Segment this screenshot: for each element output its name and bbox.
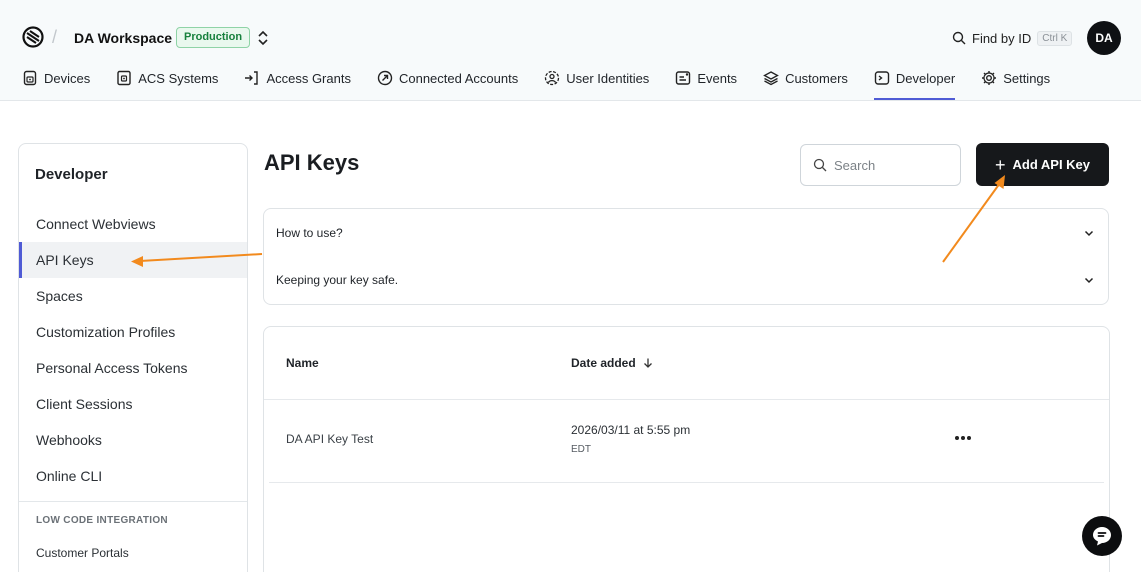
search-icon — [952, 31, 966, 45]
nav-label: Developer — [895, 70, 956, 86]
api-keys-table: Name Date added DA API Key Test 2026/03/… — [263, 326, 1110, 572]
column-header-name[interactable]: Name — [286, 356, 319, 370]
arrow-down-icon — [643, 358, 652, 368]
nav-label: Devices — [44, 70, 91, 86]
nav-label: Connected Accounts — [398, 70, 519, 86]
events-icon — [676, 71, 691, 85]
shortcut-hint: Ctrl K — [1037, 30, 1073, 46]
api-key-timezone: EDT — [571, 444, 591, 455]
api-key-name: DA API Key Test — [286, 432, 374, 446]
accordion-keeping-key-safe[interactable]: Keeping your key safe. — [276, 270, 1094, 290]
sidebar-item-personal-access-tokens[interactable]: Personal Access Tokens — [19, 350, 247, 386]
layers-icon — [763, 71, 779, 86]
table-header-divider — [264, 399, 1109, 400]
sidebar-divider — [19, 501, 247, 502]
add-api-key-button[interactable]: + Add API Key — [976, 143, 1109, 186]
sidebar-item-connect-webviews[interactable]: Connect Webviews — [19, 206, 247, 242]
nav-label: Events — [697, 70, 738, 86]
sidebar-item-client-sessions[interactable]: Client Sessions — [19, 386, 247, 422]
gear-icon — [982, 71, 997, 85]
device-icon — [23, 70, 37, 86]
nav-user-identities[interactable]: User Identities — [544, 64, 649, 92]
search-input[interactable] — [834, 157, 944, 173]
add-api-key-label: Add API Key — [1012, 157, 1091, 172]
nav-label: User Identities — [566, 70, 650, 86]
nav-label: Access Grants — [266, 70, 351, 86]
user-identity-icon — [545, 70, 560, 86]
sidebar-title: Developer — [35, 166, 108, 183]
sidebar-list: Connect Webviews API Keys Spaces Customi… — [19, 206, 247, 494]
link-icon — [377, 70, 393, 86]
nav-settings[interactable]: Settings — [981, 64, 1050, 92]
page-title: API Keys — [264, 150, 360, 175]
api-key-date: 2026/03/11 at 5:55 pm — [571, 423, 691, 437]
accordion-label: How to use? — [276, 226, 343, 240]
seam-logo-icon[interactable] — [22, 26, 44, 48]
chevron-down-icon — [1084, 230, 1094, 237]
sidebar-item-online-cli[interactable]: Online CLI — [19, 458, 247, 494]
help-accordion: How to use? Keeping your key safe. — [263, 208, 1109, 305]
column-header-label: Date added — [571, 356, 636, 370]
workspace-name[interactable]: DA Workspace — [74, 30, 172, 46]
sidebar-section-label: LOW CODE INTEGRATION — [36, 515, 168, 526]
top-header: / DA Workspace Production Find by ID Ctr… — [0, 0, 1141, 101]
plus-icon: + — [994, 154, 1006, 175]
sidebar-item-api-keys[interactable]: API Keys — [19, 242, 247, 278]
main-nav: Devices ACS Systems Access Grants Connec… — [22, 64, 1050, 100]
table-row-divider — [269, 482, 1104, 483]
nav-events[interactable]: Events — [675, 64, 737, 92]
search-icon — [813, 158, 827, 172]
nav-label: Settings — [1003, 70, 1051, 86]
accordion-how-to-use[interactable]: How to use? — [276, 223, 1094, 243]
sidebar-item-webhooks[interactable]: Webhooks — [19, 422, 247, 458]
breadcrumb-separator: / — [52, 27, 58, 47]
nav-label: ACS Systems — [138, 70, 219, 86]
key-grant-icon — [245, 71, 259, 85]
avatar[interactable]: DA — [1087, 21, 1121, 55]
accordion-label: Keeping your key safe. — [276, 273, 399, 287]
nav-acs-systems[interactable]: ACS Systems — [116, 64, 218, 92]
nav-label: Customers — [785, 70, 848, 86]
find-by-id-label: Find by ID — [972, 30, 1032, 46]
nav-customers[interactable]: Customers — [763, 64, 848, 92]
nav-devices[interactable]: Devices — [22, 64, 90, 92]
find-by-id-button[interactable]: Find by ID Ctrl K — [952, 26, 1073, 50]
chevron-up-down-icon[interactable] — [256, 29, 270, 47]
sidebar-item-customization-profiles[interactable]: Customization Profiles — [19, 314, 247, 350]
chat-bubble-glyph — [1093, 527, 1111, 546]
access-panel-icon — [117, 70, 131, 86]
chat-bubble-icon[interactable] — [1082, 516, 1122, 556]
environment-badge: Production — [176, 27, 251, 48]
nav-access-grants[interactable]: Access Grants — [244, 64, 351, 92]
nav-developer[interactable]: Developer — [873, 64, 956, 100]
search-box[interactable] — [800, 144, 961, 186]
terminal-icon — [874, 71, 890, 85]
column-header-label: Name — [286, 356, 319, 370]
chevron-down-icon — [1084, 277, 1094, 284]
column-header-date-added[interactable]: Date added — [571, 356, 654, 370]
nav-connected-accounts[interactable]: Connected Accounts — [377, 64, 518, 92]
sidebar-item-spaces[interactable]: Spaces — [19, 278, 247, 314]
sidebar-item-customer-portals[interactable]: Customer Portals — [36, 546, 129, 560]
more-horizontal-icon[interactable] — [952, 428, 974, 448]
developer-sidebar: Developer Connect Webviews API Keys Spac… — [18, 143, 248, 572]
